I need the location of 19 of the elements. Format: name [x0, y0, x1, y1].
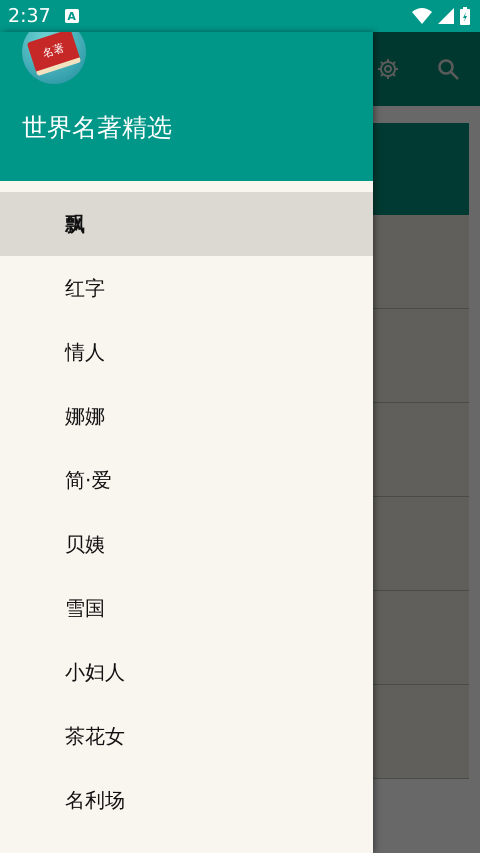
- battery-icon: [460, 7, 470, 25]
- menu-item[interactable]: 红字: [0, 256, 373, 320]
- notification-icon: A: [64, 9, 79, 23]
- status-time: 2:37: [8, 5, 51, 27]
- menu-item[interactable]: 雪国: [0, 576, 373, 640]
- drawer-title: 世界名著精选: [22, 112, 173, 144]
- menu-item[interactable]: 名利场: [0, 768, 373, 832]
- menu-item[interactable]: 贝姨: [0, 512, 373, 576]
- menu-item[interactable]: 茶花女: [0, 704, 373, 768]
- settings-icon[interactable]: [376, 57, 400, 81]
- signal-icon: [438, 8, 454, 24]
- menu-item[interactable]: 小妇人: [0, 640, 373, 704]
- menu-item[interactable]: 娜娜: [0, 384, 373, 448]
- search-icon[interactable]: [436, 57, 460, 81]
- menu-item[interactable]: 简·爱: [0, 448, 373, 512]
- menu-item[interactable]: 情人: [0, 320, 373, 384]
- wifi-icon: [412, 8, 432, 24]
- logo-text: 名著: [26, 32, 82, 76]
- menu-item[interactable]: 飘: [0, 192, 373, 256]
